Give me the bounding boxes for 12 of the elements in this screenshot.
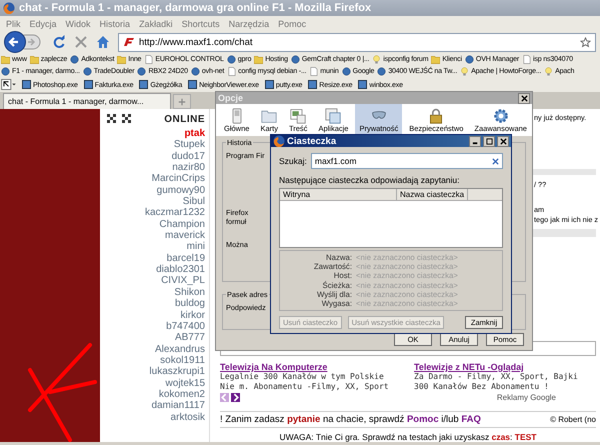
warning-text: UWAGA: Tnie Ci gra. Sprawdź na testach jaki uzyskasz czas: TEST [278, 431, 538, 442]
ad-text: Legalnie 300 Kanałów w tym Polskie Nie m. Abonamentu -Filmy, XX, Sport [220, 372, 390, 392]
search-label: Szukaj: [279, 156, 307, 166]
list-caption: Następujące ciasteczka odpowiadają zapytaniu: [279, 175, 461, 185]
dialog-title: Opcje [218, 93, 244, 103]
copyright-text: © Robert (no [550, 415, 596, 424]
ad-text: Za Darmo - Filmy, XX, Sport, Bajki 300 Kanałów Bez Abonamentu ! [414, 372, 579, 392]
ads-label: Reklamy Google [496, 392, 556, 402]
panel-title: ONLINE [164, 114, 205, 124]
window-title: chat - Formula 1 - manager, darmowa gra online F1 - Mozilla Firefox [19, 2, 372, 14]
tip-text: ! Zanim zadasz pytanie na chacie, sprawdź Pomoc i/lub FAQ [220, 414, 481, 426]
dialog-title: Ciasteczka [287, 136, 338, 146]
